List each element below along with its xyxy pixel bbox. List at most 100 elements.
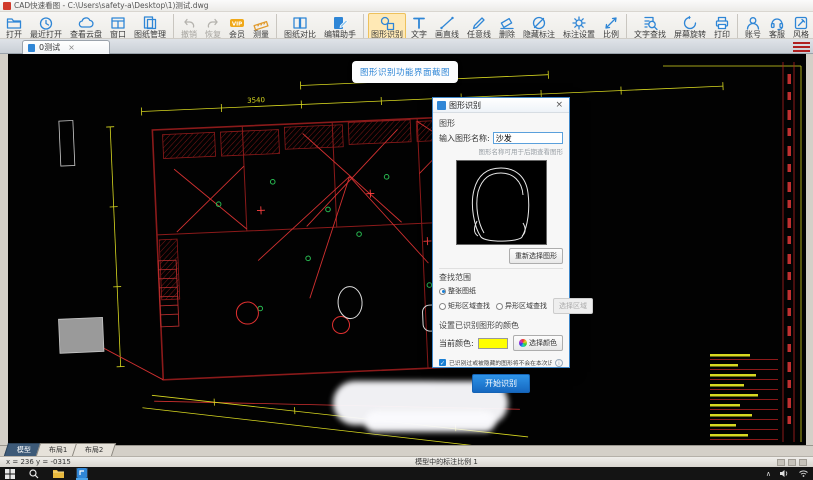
- rotate-icon: [682, 15, 698, 31]
- toolbar-button-label: 查看云盘: [70, 31, 102, 39]
- toolbar-rotate-button[interactable]: 屏幕旋转: [671, 13, 709, 39]
- windows-taskbar: ∧: [0, 467, 813, 480]
- info-icon[interactable]: i: [555, 359, 563, 367]
- toolbar-vip-button[interactable]: VIP会员: [226, 13, 248, 39]
- feature-tooltip-label: 图形识别功能界面截图: [360, 66, 450, 78]
- dimension-label-mid: 3540: [247, 96, 265, 105]
- eraser-icon: [499, 15, 515, 31]
- toolbar-button-label: 画直线: [435, 31, 459, 39]
- search-range-radio-0[interactable]: 整张图纸: [439, 286, 476, 296]
- toolbar-button-label: 客服: [769, 31, 785, 39]
- toolbar-button-label: 隐藏标注: [523, 31, 555, 39]
- toolbar-edit-assistant-button[interactable]: 编辑助手: [321, 13, 359, 39]
- layout-tab-label: 模型: [17, 445, 31, 455]
- toolbar-text-search-button[interactable]: 文字查找: [631, 13, 669, 39]
- toolbar-separator: [737, 14, 738, 38]
- choose-color-button[interactable]: 选择颜色: [513, 335, 563, 351]
- cursor-coordinates: x = 236 y = -0315: [6, 458, 206, 466]
- shape-group-label: 图形: [439, 118, 563, 129]
- skip-recognized-checkbox[interactable]: ✓: [439, 359, 446, 366]
- annotation-scale-label: 模型中的标注比例 1: [206, 457, 687, 467]
- feature-tooltip: 图形识别功能界面截图: [352, 61, 458, 83]
- layout-tab-label: 布局1: [49, 445, 67, 455]
- blurred-region: [365, 411, 495, 432]
- statusbar-grip: [687, 459, 807, 466]
- drawing-file-icon: [28, 44, 35, 52]
- freehand-icon: [471, 15, 487, 31]
- hide-annotation-icon: [531, 15, 547, 31]
- shape-name-helper: 图形名称可用于后期查看图形: [439, 146, 563, 156]
- layout-tab-2[interactable]: 布局2: [72, 443, 117, 456]
- toolbar-undo-button[interactable]: 撤销: [178, 13, 200, 39]
- style-icon: [793, 15, 809, 31]
- document-tabstrip: 0测试 ×: [0, 39, 813, 54]
- toolbar-drawings-manage-button[interactable]: 图纸管理: [131, 13, 169, 39]
- start-recognition-button[interactable]: 开始识别: [472, 374, 530, 393]
- toolbar-button-label: 打开: [6, 31, 22, 39]
- redo-icon: [205, 15, 221, 31]
- shape-name-input[interactable]: [493, 132, 563, 144]
- toolbar-recent-button[interactable]: 最近打开: [27, 13, 65, 39]
- toolbar-freehand-button[interactable]: 任意线: [464, 13, 494, 39]
- skip-recognized-label: 已识别过或被隐藏的图形将不会在本次识别中被统计: [449, 358, 552, 367]
- document-tab[interactable]: 0测试 ×: [22, 40, 110, 54]
- toolbar-button-label: 删除: [499, 31, 515, 39]
- toolbar-redo-button[interactable]: 恢复: [202, 13, 224, 39]
- dialog-close-icon[interactable]: ×: [553, 100, 565, 110]
- toolbar-button-label: 图纸管理: [134, 31, 166, 39]
- main-toolbar: 打开最近打开查看云盘窗口图纸管理撤销恢复VIP会员测量图纸对比编辑助手图形识别文…: [0, 12, 813, 39]
- toolbar-account-button[interactable]: 账号: [742, 13, 764, 39]
- radio-dot-icon: [439, 303, 446, 310]
- toolbar-shape-recognition-button[interactable]: 图形识别: [368, 13, 406, 39]
- toolbar-scale-button[interactable]: 比例: [600, 13, 622, 39]
- tray-chevron-icon[interactable]: ∧: [766, 470, 771, 478]
- toolbar-compare-button[interactable]: 图纸对比: [281, 13, 319, 39]
- toolbar-cloud-button[interactable]: 查看云盘: [67, 13, 105, 39]
- dialog-titlebar[interactable]: 图形识别 ×: [433, 98, 569, 113]
- shape-recognition-dialog: 图形识别 × 图形 输入图形名称: 图形名称可用于后期查看图形 重新选择图形 查…: [432, 97, 570, 368]
- toolbar-window-button[interactable]: 窗口: [107, 13, 129, 39]
- drawing-text-fragment: [793, 40, 810, 53]
- search-range-label: 查找范围: [439, 272, 563, 283]
- toolbar-folder-open-button[interactable]: 打开: [3, 13, 25, 39]
- toolbar-button-label: 窗口: [110, 31, 126, 39]
- layout-tabs: 模型 布局1 布局2: [0, 445, 813, 456]
- reselect-shape-button[interactable]: 重新选择图形: [509, 248, 563, 264]
- drawings-manage-icon: [142, 15, 158, 31]
- shape-preview: [456, 160, 547, 245]
- measure-icon: [253, 15, 269, 31]
- toolbar-text-button[interactable]: 文字: [408, 13, 430, 39]
- support-icon: [769, 15, 785, 31]
- toolbar-eraser-button[interactable]: 删除: [496, 13, 518, 39]
- toolbar-separator: [173, 14, 174, 38]
- status-bar: x = 236 y = -0315 模型中的标注比例 1: [0, 456, 813, 467]
- start-button-icon[interactable]: [4, 468, 16, 480]
- toolbar-line-button[interactable]: 画直线: [432, 13, 462, 39]
- tray-network-icon[interactable]: [797, 468, 809, 480]
- toolbar-support-button[interactable]: 客服: [766, 13, 788, 39]
- toolbar-style-button[interactable]: 风格: [790, 13, 812, 39]
- print-icon: [714, 15, 730, 31]
- toolbar-annotation-settings-button[interactable]: 标注设置: [560, 13, 598, 39]
- toolbar-button-label: 文字查找: [634, 31, 666, 39]
- toolbar-print-button[interactable]: 打印: [711, 13, 733, 39]
- tray-volume-icon[interactable]: [778, 468, 790, 480]
- cloud-icon: [78, 15, 94, 31]
- text-icon: [411, 15, 427, 31]
- search-range-radio-1[interactable]: 矩形区域查找: [439, 301, 490, 311]
- system-tray: ∧: [766, 468, 809, 480]
- toolbar-button-label: 图形识别: [371, 31, 403, 39]
- toolbar-measure-button[interactable]: 测量: [250, 13, 272, 39]
- edit-assistant-icon: [332, 15, 348, 31]
- app-logo-icon: [3, 2, 11, 10]
- cad-app-taskbar-icon[interactable]: [76, 468, 88, 480]
- toolbar-hide-annotation-button[interactable]: 隐藏标注: [520, 13, 558, 39]
- radio-dot-icon: [439, 288, 446, 295]
- file-explorer-icon[interactable]: [52, 468, 64, 480]
- radio-label: 异形区域查找: [505, 301, 547, 311]
- document-tab-close-icon[interactable]: ×: [68, 43, 75, 52]
- shape-recognition-icon: [379, 15, 395, 31]
- select-area-button[interactable]: 选择区域: [553, 298, 593, 314]
- search-range-radio-2[interactable]: 异形区域查找: [496, 301, 547, 311]
- taskbar-search-icon[interactable]: [28, 468, 40, 480]
